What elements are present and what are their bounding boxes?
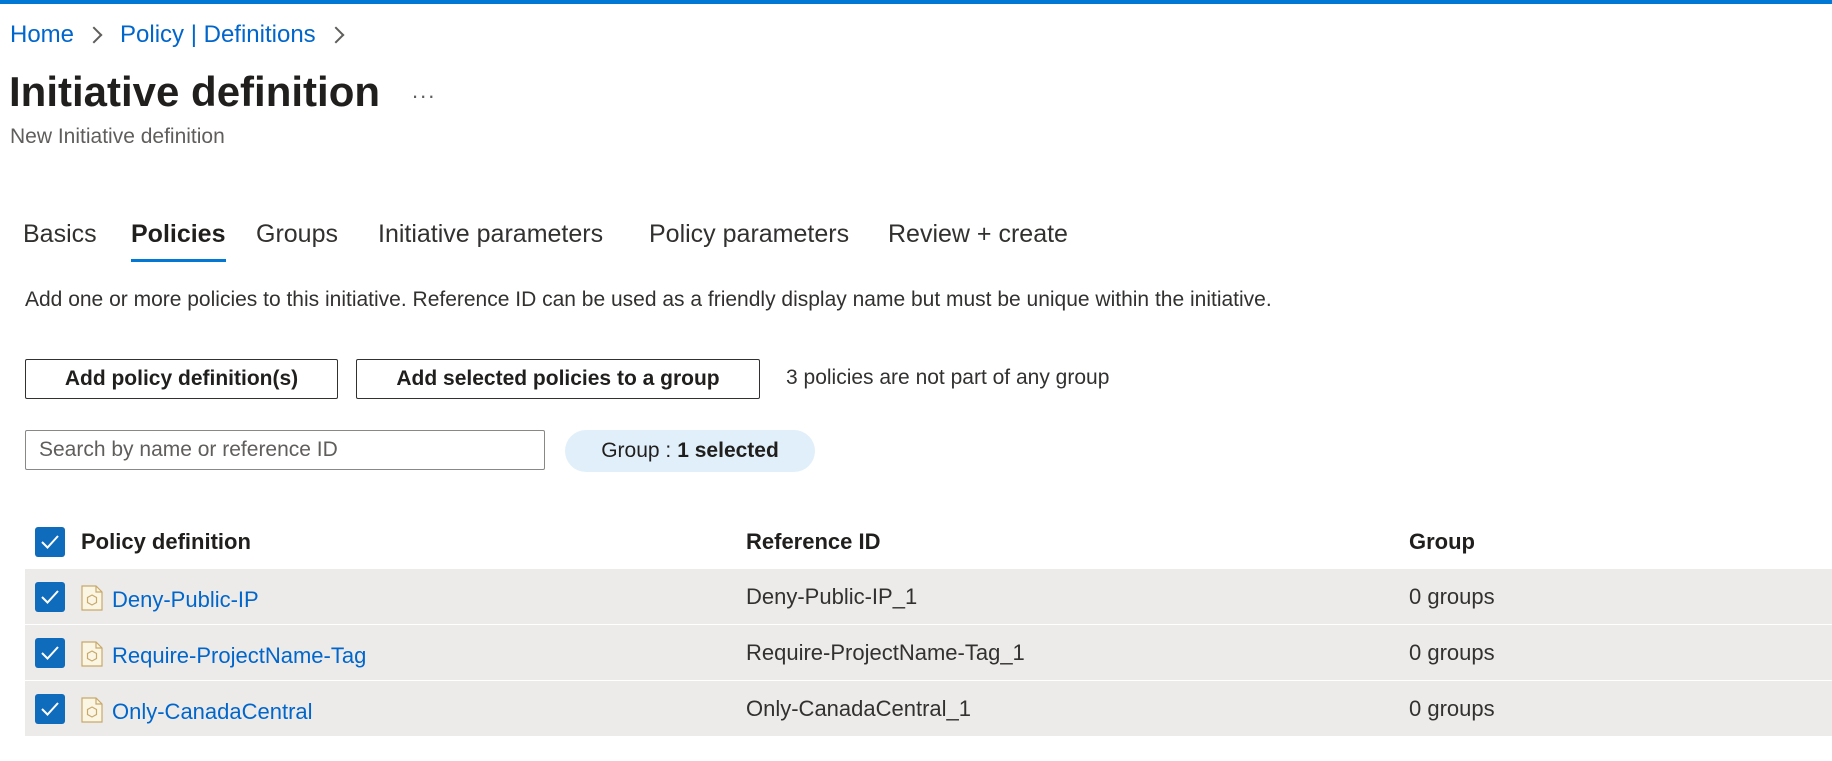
policy-definition-icon bbox=[81, 585, 103, 611]
tab-groups[interactable]: Groups bbox=[256, 214, 338, 254]
table-row: Only-CanadaCentral Only-CanadaCentral_1 … bbox=[25, 681, 1832, 737]
policies-table: Policy definition Reference ID Group Den… bbox=[25, 514, 1832, 737]
policy-definition-icon bbox=[81, 641, 103, 667]
policy-link[interactable]: Require-ProjectName-Tag bbox=[112, 643, 366, 669]
add-policy-definitions-button[interactable]: Add policy definition(s) bbox=[25, 359, 338, 399]
group-cell: 0 groups bbox=[1409, 584, 1495, 609]
select-all-checkbox[interactable] bbox=[35, 527, 65, 557]
group-filter-pill[interactable]: Group : 1 selected bbox=[565, 430, 815, 472]
chevron-right-icon bbox=[85, 26, 103, 44]
column-header-reference-id[interactable]: Reference ID bbox=[746, 514, 881, 569]
policy-cell: Only-CanadaCentral bbox=[81, 681, 313, 736]
checkmark-icon bbox=[41, 535, 59, 549]
checkmark-icon bbox=[41, 590, 59, 604]
reference-id-cell: Require-ProjectName-Tag_1 bbox=[746, 640, 1025, 665]
more-options-icon[interactable]: ... bbox=[412, 78, 436, 104]
row-checkbox[interactable] bbox=[35, 582, 65, 612]
tab-initiative-parameters[interactable]: Initiative parameters bbox=[378, 214, 603, 254]
table-header-row: Policy definition Reference ID Group bbox=[25, 514, 1832, 569]
group-status-text: 3 policies are not part of any group bbox=[786, 366, 1110, 389]
policy-link[interactable]: Only-CanadaCentral bbox=[112, 699, 313, 725]
breadcrumb-policy-definitions-link[interactable]: Policy | Definitions bbox=[120, 20, 316, 50]
policy-definition-icon bbox=[81, 697, 103, 723]
row-checkbox[interactable] bbox=[35, 638, 65, 668]
checkmark-icon bbox=[41, 702, 59, 716]
breadcrumb: Home Policy | Definitions bbox=[10, 20, 362, 50]
policy-cell: Deny-Public-IP bbox=[81, 569, 259, 624]
group-filter-label: Group : bbox=[601, 439, 672, 462]
add-selected-to-group-button[interactable]: Add selected policies to a group bbox=[356, 359, 760, 399]
page-title: Initiative definition bbox=[9, 68, 381, 115]
tab-basics[interactable]: Basics bbox=[23, 214, 97, 254]
page-subtitle: New Initiative definition bbox=[10, 125, 225, 148]
policy-link[interactable]: Deny-Public-IP bbox=[112, 587, 259, 613]
tab-bar: Basics Policies Groups Initiative parame… bbox=[0, 214, 1100, 264]
group-cell: 0 groups bbox=[1409, 696, 1495, 721]
tab-policy-parameters[interactable]: Policy parameters bbox=[649, 214, 849, 254]
policy-cell: Require-ProjectName-Tag bbox=[81, 625, 366, 680]
tab-review-create[interactable]: Review + create bbox=[888, 214, 1068, 254]
reference-id-cell: Deny-Public-IP_1 bbox=[746, 584, 918, 609]
tab-policies[interactable]: Policies bbox=[131, 214, 226, 262]
table-row: Deny-Public-IP Deny-Public-IP_1 0 groups bbox=[25, 569, 1832, 625]
row-checkbox[interactable] bbox=[35, 694, 65, 724]
table-row: Require-ProjectName-Tag Require-ProjectN… bbox=[25, 625, 1832, 681]
top-accent-bar bbox=[0, 0, 1832, 4]
group-filter-value: 1 selected bbox=[677, 439, 779, 462]
chevron-right-icon bbox=[327, 26, 345, 44]
search-input[interactable] bbox=[25, 430, 545, 470]
checkmark-icon bbox=[41, 646, 59, 660]
reference-id-cell: Only-CanadaCentral_1 bbox=[746, 696, 972, 721]
policies-description: Add one or more policies to this initiat… bbox=[25, 288, 1272, 311]
column-header-group[interactable]: Group bbox=[1409, 514, 1475, 569]
column-header-policy-definition[interactable]: Policy definition bbox=[81, 514, 251, 569]
group-cell: 0 groups bbox=[1409, 640, 1495, 665]
breadcrumb-home-link[interactable]: Home bbox=[10, 20, 74, 50]
